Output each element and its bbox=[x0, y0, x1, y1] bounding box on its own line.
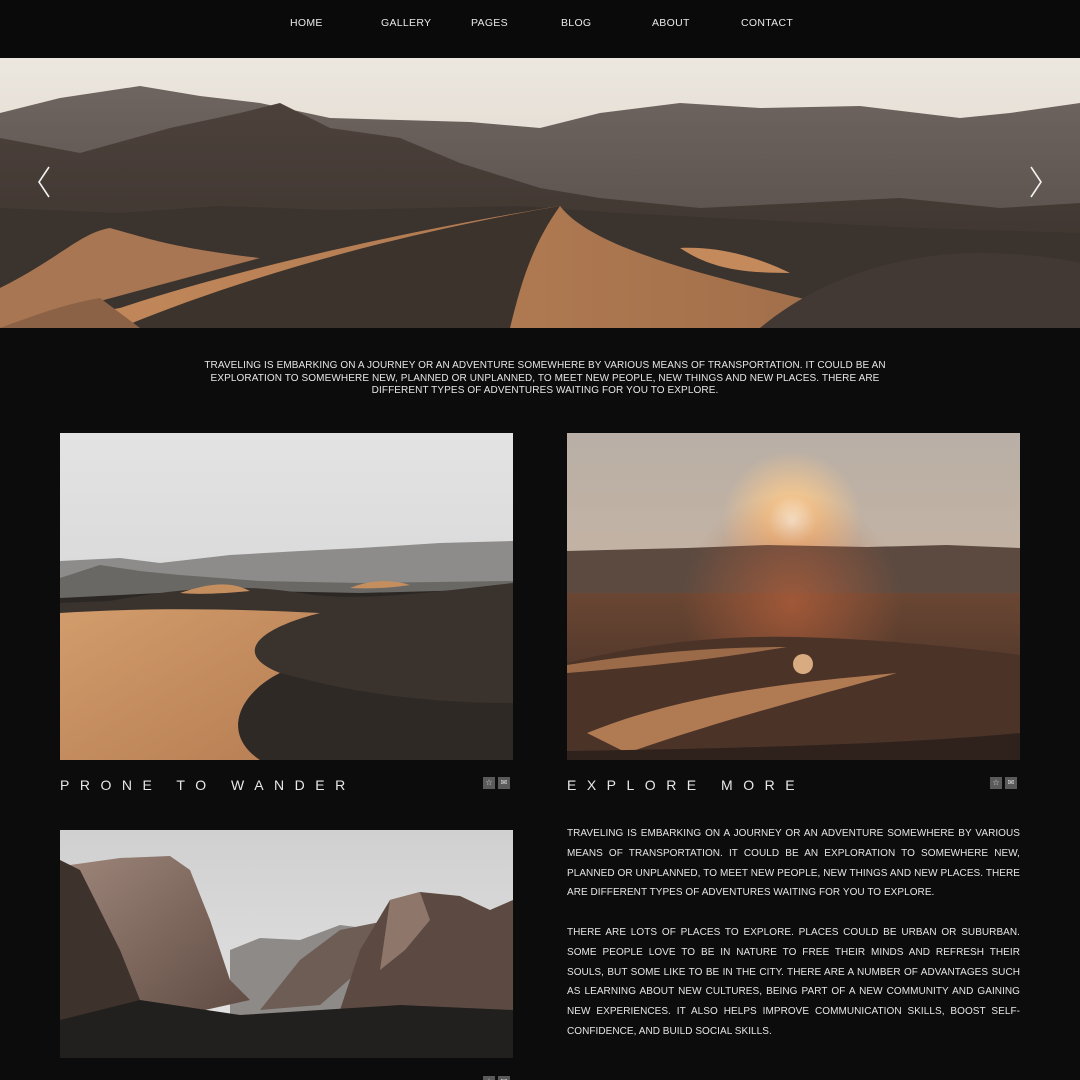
top-navigation: HOME GALLERY PAGES BLOG ABOUT CONTACT bbox=[0, 0, 1080, 58]
card-1-actions: ☆ ✉ bbox=[483, 777, 510, 789]
chevron-right-icon bbox=[1030, 166, 1042, 198]
nav-home[interactable]: HOME bbox=[290, 17, 323, 29]
nav-gallery[interactable]: GALLERY bbox=[381, 17, 431, 29]
card-2-actions: ☆ ✉ bbox=[990, 777, 1017, 789]
chevron-left-icon bbox=[38, 166, 50, 198]
article-paragraph-1: TRAVELING IS EMBARKING ON A JOURNEY OR A… bbox=[567, 828, 1020, 899]
star-icon[interactable]: ☆ bbox=[990, 777, 1002, 789]
star-icon[interactable]: ☆ bbox=[483, 1076, 495, 1080]
hero-image bbox=[0, 58, 1080, 328]
card-title-prone-to-wander: PRONE TO WANDER bbox=[60, 777, 356, 793]
nav-contact[interactable]: CONTACT bbox=[741, 17, 793, 29]
card-title-explore-more: EXPLORE MORE bbox=[567, 777, 806, 793]
nav-about[interactable]: ABOUT bbox=[652, 17, 690, 29]
nav-blog[interactable]: BLOG bbox=[561, 17, 591, 29]
slider-next-button[interactable] bbox=[1026, 164, 1046, 200]
mail-icon[interactable]: ✉ bbox=[498, 1076, 510, 1080]
card-image-valley[interactable] bbox=[60, 830, 513, 1058]
mail-icon[interactable]: ✉ bbox=[498, 777, 510, 789]
slider-prev-button[interactable] bbox=[34, 164, 54, 200]
nav-pages[interactable]: PAGES bbox=[471, 17, 508, 29]
mail-icon[interactable]: ✉ bbox=[1005, 777, 1017, 789]
star-icon[interactable]: ☆ bbox=[483, 777, 495, 789]
card-image-sunset[interactable] bbox=[567, 433, 1020, 760]
hero-slider bbox=[0, 58, 1080, 328]
article-paragraph-2: THERE ARE LOTS OF PLACES TO EXPLORE. PLA… bbox=[567, 927, 1020, 1037]
card-3-actions: ☆ ✉ bbox=[483, 1076, 510, 1080]
intro-text: TRAVELING IS EMBARKING ON A JOURNEY OR A… bbox=[204, 360, 886, 397]
card-image-dunes[interactable] bbox=[60, 433, 513, 760]
